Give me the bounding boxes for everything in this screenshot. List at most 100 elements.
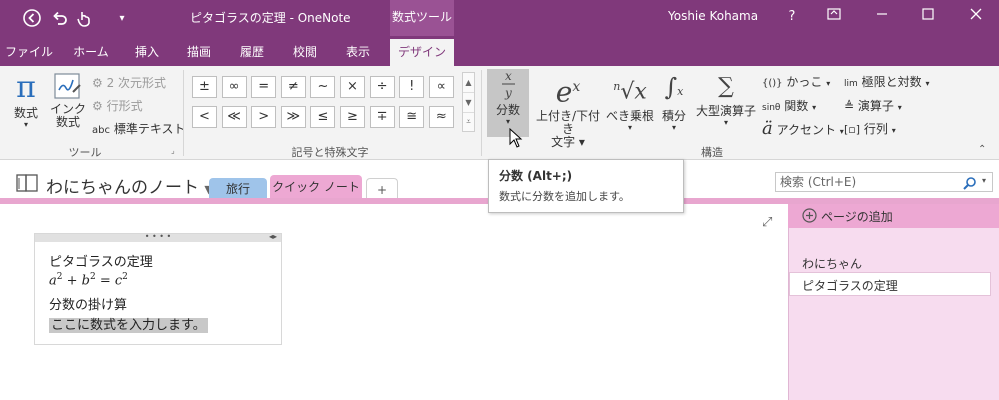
integral-button[interactable]: ∫x 積分 ▾ — [656, 69, 692, 133]
radical-button[interactable]: n√x べき乗根 ▾ — [606, 69, 654, 133]
tab-review[interactable]: 校閲 — [284, 39, 326, 66]
scroll-down-icon[interactable]: ▼ — [463, 93, 474, 113]
symbols-scrollbar[interactable]: ▲ ▼ ⩡ — [462, 72, 475, 132]
script-button[interactable]: ex 上付き/下付き 文字 ▾ — [531, 69, 605, 149]
search-scope-dropdown-icon[interactable]: ▾ — [982, 176, 986, 185]
page-list-panel — [788, 204, 999, 400]
limit-log-button[interactable]: lim 極限と対数 ▾ — [844, 73, 929, 90]
equation-placeholder-text: ここに数式を入力します。 — [49, 318, 208, 333]
expand-page-icon[interactable]: ⤢ — [762, 215, 772, 230]
operator-icon: ≜ — [844, 99, 855, 113]
large-operator-label: 大型演算子 — [695, 104, 756, 118]
script-icon: ex — [555, 75, 581, 109]
symbol-less-than[interactable]: < — [192, 106, 217, 128]
tab-history[interactable]: 履歴 — [231, 39, 273, 66]
professional-button[interactable]: ⚙ 2 次元形式 — [92, 74, 166, 91]
search-placeholder: 検索 (Ctrl+E) — [780, 175, 857, 189]
touch-icon[interactable] — [74, 8, 94, 28]
search-icon[interactable] — [963, 176, 977, 190]
professional-label: 2 次元形式 — [106, 76, 167, 90]
matrix-icon: [▫] — [844, 123, 861, 136]
symbol-not-equal[interactable]: ≠ — [280, 76, 306, 98]
radical-icon: n√x — [613, 79, 647, 105]
equation-button[interactable]: π 数式 ▾ — [8, 72, 44, 129]
close-icon[interactable] — [962, 5, 990, 29]
symbol-equals[interactable]: = — [251, 76, 277, 98]
maximize-icon[interactable] — [914, 5, 942, 29]
symbol-almost-equal[interactable]: ≈ — [428, 106, 454, 128]
symbol-factorial[interactable]: ! — [399, 76, 425, 98]
title-bar: ▾ ピタゴラスの定理 - OneNote 数式ツール Yoshie Kohama… — [0, 0, 999, 36]
symbol-much-greater[interactable]: ≫ — [280, 106, 306, 128]
note-drag-handle[interactable]: • • • • — [35, 233, 281, 242]
limit-icon: lim — [844, 79, 858, 89]
fraction-button[interactable]: x y 分数 ▾ — [487, 69, 529, 127]
add-section-button[interactable]: + — [366, 178, 398, 200]
page-group-header[interactable]: わにちゃん — [802, 255, 862, 272]
notebook-name[interactable]: わにちゃんのノート ▼ — [46, 173, 213, 198]
normal-text-icon: abc — [92, 125, 110, 136]
ink-label-2: 数式 — [55, 115, 80, 129]
note-line-fraction[interactable]: 分数の掛け算 — [49, 294, 127, 313]
ribbon-display-options-icon[interactable] — [820, 5, 848, 29]
equation-placeholder[interactable]: ここに数式を入力します。 — [49, 314, 208, 333]
section-tab-travel[interactable]: 旅行 — [209, 178, 267, 200]
help-button[interactable]: ? — [778, 5, 806, 29]
tab-home[interactable]: ホーム — [66, 39, 116, 66]
bracket-label: かっこ — [786, 75, 823, 89]
operator-button[interactable]: ≜ 演算子 ▾ — [844, 97, 902, 114]
tab-file[interactable]: ファイル — [4, 39, 54, 66]
symbol-greater-equal[interactable]: ≥ — [340, 106, 365, 128]
symbol-proportional[interactable]: ∝ — [428, 76, 454, 98]
page-item-selected[interactable]: ピタゴラスの定理 — [789, 272, 991, 296]
ink-equation-button[interactable]: インク 数式 — [50, 72, 86, 129]
qat-dropdown-icon[interactable]: ▾ — [112, 8, 132, 28]
tab-draw[interactable]: 描画 — [178, 39, 220, 66]
dialog-launcher-icon[interactable]: ⌟ — [171, 146, 175, 155]
matrix-label: 行列 — [863, 122, 888, 136]
symbol-divide[interactable]: ÷ — [369, 76, 395, 98]
symbol-times[interactable]: × — [340, 76, 365, 98]
note-line-title[interactable]: ピタゴラスの定理 — [49, 251, 153, 270]
matrix-button[interactable]: [▫] 行列 ▾ — [844, 120, 896, 137]
user-name[interactable]: Yoshie Kohama — [668, 9, 758, 23]
symbol-much-less[interactable]: ≪ — [221, 106, 247, 128]
tools-group-label: ツール — [68, 146, 102, 159]
function-button[interactable]: sinθ 関数 ▾ — [762, 97, 816, 114]
scroll-up-icon[interactable]: ▲ — [463, 73, 474, 93]
symbol-plus-minus[interactable]: ± — [192, 76, 217, 98]
large-operator-button[interactable]: ∑ 大型演算子 ▾ — [694, 69, 758, 128]
svg-text:y: y — [504, 86, 512, 100]
symbol-tilde[interactable]: ~ — [310, 76, 336, 98]
operator-label: 演算子 — [857, 99, 894, 113]
normal-text-button[interactable]: abc 標準テキスト — [92, 120, 185, 137]
undo-icon[interactable] — [50, 8, 70, 28]
symbol-approx-equal[interactable]: ≅ — [399, 106, 425, 128]
bracket-button[interactable]: {()} かっこ ▾ — [762, 73, 830, 90]
back-icon[interactable] — [22, 8, 42, 28]
symbol-greater-than[interactable]: > — [251, 106, 277, 128]
accent-button[interactable]: ä アクセント ▾ — [762, 118, 844, 139]
tab-view[interactable]: 表示 — [337, 39, 379, 66]
window-title: ピタゴラスの定理 - OneNote — [190, 11, 351, 25]
symbols-group-label: 記号と特殊文字 — [291, 146, 369, 159]
ribbon-tab-row: ファイル ホーム 挿入 描画 履歴 校閲 表示 デザイン — [0, 36, 999, 66]
equation-pythagoras[interactable]: a2 + b2 = c2 — [49, 272, 128, 288]
search-input[interactable]: 検索 (Ctrl+E) — [775, 172, 993, 192]
script-label: 上付き/下付き — [535, 109, 601, 137]
collapse-ribbon-icon[interactable]: ⌃ — [978, 144, 986, 155]
add-page-button[interactable]: ページの追加 — [788, 204, 999, 228]
symbol-infinity[interactable]: ∞ — [221, 76, 247, 98]
section-tab-quick-notes[interactable]: クイック ノート — [270, 175, 362, 200]
tab-insert[interactable]: 挿入 — [126, 39, 168, 66]
resize-handle-icon[interactable]: ◂▸ — [269, 232, 277, 241]
symbol-minus-plus[interactable]: ∓ — [369, 106, 395, 128]
tooltip-description: 数式に分数を追加します。 — [499, 190, 630, 203]
more-symbols-icon[interactable]: ⩡ — [463, 113, 474, 131]
tab-design[interactable]: デザイン — [390, 39, 454, 66]
linear-button[interactable]: ⚙ 行形式 — [92, 97, 143, 114]
professional-icon: ⚙ — [92, 76, 103, 90]
symbol-less-equal[interactable]: ≤ — [310, 106, 336, 128]
minimize-icon[interactable] — [868, 5, 896, 29]
note-container[interactable]: • • • • ◂▸ ピタゴラスの定理 a2 + b2 = c2 分数の掛け算 … — [34, 232, 282, 345]
